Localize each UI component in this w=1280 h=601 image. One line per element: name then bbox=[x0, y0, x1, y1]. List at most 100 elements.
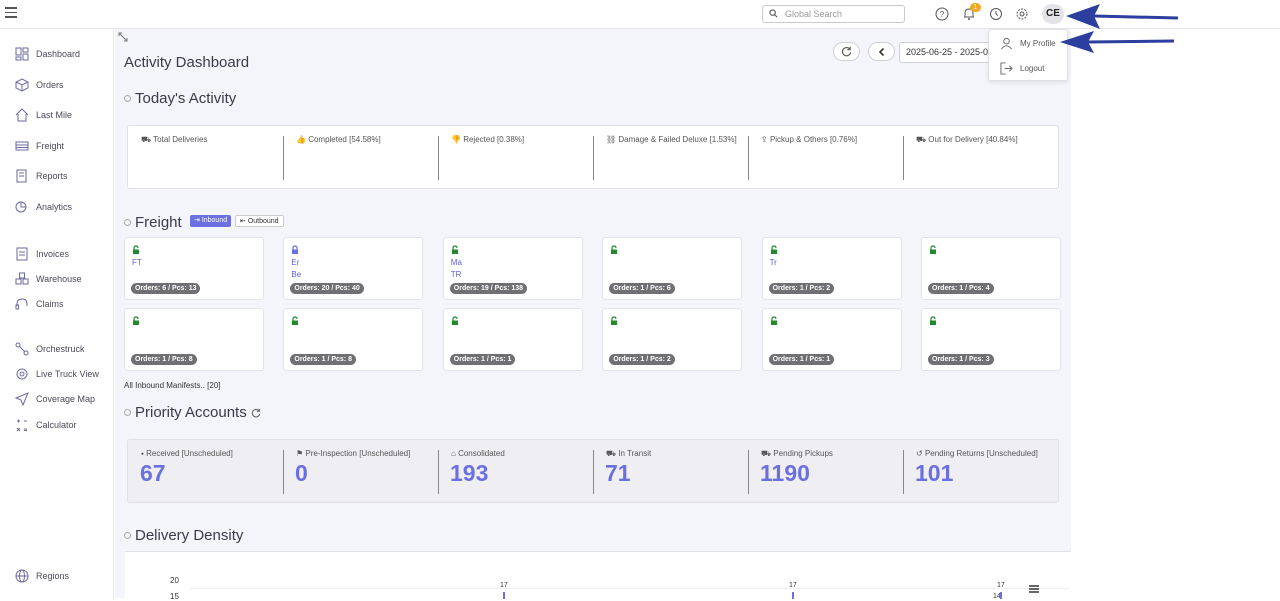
orders-pieces-badge: Orders: 6 / Pcs: 13 bbox=[131, 283, 201, 294]
box-icon bbox=[15, 78, 29, 92]
stat-total-deliveries[interactable]: ⛟ Total Deliveries bbox=[128, 126, 283, 188]
search-placeholder: Global Search bbox=[785, 9, 843, 19]
sidebar-item-label: Live Truck View bbox=[36, 369, 99, 379]
y-tick-label: 15 bbox=[170, 592, 179, 601]
user-avatar[interactable]: CE bbox=[1042, 4, 1064, 24]
freight-manifest-card[interactable]: Orders: 1 / Pcs: 6 bbox=[602, 237, 743, 300]
sidebar-item-last-mile[interactable]: Last Mile bbox=[15, 107, 72, 123]
sidebar-item-invoices[interactable]: Invoices bbox=[15, 246, 69, 262]
orders-pieces-badge: Orders: 1 / Pcs: 3 bbox=[928, 354, 994, 365]
stat-divider bbox=[748, 136, 749, 180]
freight-manifest-card[interactable]: Orders: 1 / Pcs: 8 bbox=[124, 308, 264, 371]
expand-icon[interactable] bbox=[118, 32, 128, 42]
manifest-line1[interactable]: Er bbox=[291, 258, 299, 267]
freight-manifest-card[interactable]: Orders: 1 / Pcs: 3 bbox=[921, 308, 1061, 371]
orders-pieces-badge: Orders: 1 / Pcs: 8 bbox=[290, 354, 356, 365]
sidebar-item-claims[interactable]: Claims bbox=[15, 296, 64, 312]
stat-rejected[interactable]: 👎 Rejected [0.38%] bbox=[438, 126, 593, 188]
chevron-left-icon bbox=[878, 47, 885, 57]
stat-label: 👍 Completed [54.58%] bbox=[296, 135, 381, 144]
sidebar-item-label: Orchestruck bbox=[36, 344, 85, 354]
sidebar-item-analytics[interactable]: Analytics bbox=[15, 199, 72, 215]
annotation-arrow-icon bbox=[1066, 4, 1179, 29]
stat-consolidated[interactable]: ⌂ Consolidated 193 bbox=[438, 440, 593, 502]
stat-label: ⇪ Pickup & Others [0.76%] bbox=[761, 135, 858, 144]
stat-divider bbox=[438, 136, 439, 180]
all-inbound-manifests-link[interactable]: All Inbound Manifests.. [20] bbox=[124, 381, 221, 390]
logout-icon bbox=[1000, 61, 1013, 75]
sidebar-item-calculator[interactable]: Calculator bbox=[15, 417, 77, 433]
stat-received[interactable]: ⬩ Received [Unscheduled] 67 bbox=[128, 440, 283, 502]
logout-menu-item[interactable]: Logout bbox=[1000, 61, 1044, 75]
sidebar-item-warehouse[interactable]: Warehouse bbox=[15, 271, 82, 287]
stat-in-transit[interactable]: ⛟ In Transit 71 bbox=[593, 440, 748, 502]
freight-manifest-card[interactable]: Orders: 1 / Pcs: 4 bbox=[921, 237, 1061, 300]
sidebar-item-coverage-map[interactable]: Coverage Map bbox=[15, 391, 95, 407]
stat-divider bbox=[593, 136, 594, 180]
stat-pre-inspection[interactable]: ⚑ Pre-Inspection [Unscheduled] 0 bbox=[283, 440, 438, 502]
headset-icon bbox=[15, 298, 28, 310]
point-label: 17 bbox=[789, 582, 797, 589]
sidebar-item-label: Calculator bbox=[36, 420, 77, 430]
stat-pending-pickups[interactable]: ⛟ Pending Pickups 1190 bbox=[748, 440, 903, 502]
hamburger-menu-icon[interactable] bbox=[5, 7, 17, 19]
refresh-button[interactable] bbox=[833, 42, 860, 61]
date-range-picker[interactable]: 2025-06-25 - 2025-0 bbox=[899, 42, 991, 63]
stat-damage-failed[interactable]: ⛓ Damage & Failed Deluxe [1.53%] bbox=[593, 126, 748, 188]
sidebar-item-label: Coverage Map bbox=[36, 394, 96, 404]
freight-manifest-card[interactable]: Orders: 1 / Pcs: 8 bbox=[283, 308, 424, 371]
sidebar-item-orchestruck[interactable]: Orchestruck bbox=[15, 341, 85, 357]
manifest-line1[interactable]: Ma bbox=[451, 258, 462, 267]
manifest-line1[interactable]: FT bbox=[132, 258, 142, 267]
unlock-icon bbox=[930, 245, 936, 254]
gear-icon[interactable] bbox=[1015, 7, 1029, 21]
freight-manifest-card[interactable]: Er Be Orders: 20 / Pcs: 40 bbox=[283, 237, 424, 300]
y-tick-label: 20 bbox=[170, 576, 179, 585]
stat-value: 67 bbox=[140, 460, 166, 486]
freight-manifest-card[interactable]: Tr Orders: 1 / Pcs: 2 bbox=[761, 237, 902, 300]
refresh-icon[interactable] bbox=[251, 408, 261, 418]
freight-manifest-card[interactable]: Orders: 1 / Pcs: 1 bbox=[442, 308, 583, 371]
sidebar-item-dashboard[interactable]: Dashboard bbox=[15, 46, 80, 62]
freight-manifest-card[interactable]: FT Orders: 6 / Pcs: 13 bbox=[124, 237, 264, 300]
stat-value: 193 bbox=[450, 460, 489, 486]
sidebar-item-label: Reports bbox=[36, 171, 68, 181]
sidebar-item-orders[interactable]: Orders bbox=[15, 77, 64, 93]
stat-pickup-others[interactable]: ⇪ Pickup & Others [0.76%] bbox=[748, 126, 903, 188]
section-title-text: Today's Activity bbox=[135, 90, 237, 107]
inbound-tab[interactable]: ⇥ Inbound bbox=[190, 215, 232, 227]
user-icon bbox=[1001, 37, 1012, 49]
my-profile-menu-item[interactable]: My Profile bbox=[1000, 36, 1056, 50]
freight-manifest-card[interactable]: Orders: 1 / Pcs: 1 bbox=[761, 308, 902, 371]
stat-value: 1190 bbox=[760, 460, 810, 486]
manifest-line2[interactable]: TR bbox=[451, 270, 462, 279]
warehouse-icon bbox=[15, 272, 29, 285]
sidebar-item-label: Last Mile bbox=[36, 110, 73, 120]
stat-pending-returns[interactable]: ↺ Pending Returns [Unscheduled] 101 bbox=[903, 440, 1058, 502]
main-content: Activity Dashboard 2025-06-25 - 2025-0 T… bbox=[115, 29, 1071, 601]
freight-manifest-card[interactable]: Ma TR Orders: 19 / Pcs: 138 bbox=[442, 237, 583, 300]
sidebar-item-label: Claims bbox=[36, 299, 64, 309]
manifest-line2[interactable]: Be bbox=[291, 270, 301, 279]
section-title-text: Delivery Density bbox=[135, 527, 244, 544]
analytics-icon bbox=[15, 201, 27, 213]
sidebar-item-regions[interactable]: Regions bbox=[15, 568, 69, 584]
sidebar-item-reports[interactable]: Reports bbox=[15, 168, 68, 184]
stat-label: 👎 Rejected [0.38%] bbox=[451, 135, 525, 144]
global-search-input[interactable]: Global Search bbox=[762, 5, 905, 23]
profile-dropdown-menu: My Profile Logout bbox=[988, 29, 1068, 81]
stat-out-for-delivery[interactable]: ⛟ Out for Delivery [40.84%] bbox=[903, 126, 1058, 188]
outbound-tab[interactable]: ⇤ Outbound bbox=[235, 215, 284, 227]
sidebar-item-live-truck-view[interactable]: Live Truck View bbox=[15, 366, 99, 382]
manifest-line1[interactable]: Tr bbox=[770, 258, 777, 267]
sidebar-item-freight[interactable]: Freight bbox=[15, 138, 64, 154]
freight-manifest-card[interactable]: Orders: 1 / Pcs: 2 bbox=[602, 308, 743, 371]
chart-menu-icon[interactable] bbox=[1028, 584, 1040, 594]
menu-item-label: Logout bbox=[1020, 63, 1045, 73]
previous-date-button[interactable] bbox=[868, 42, 895, 61]
history-icon[interactable] bbox=[989, 7, 1003, 21]
help-icon[interactable]: ? bbox=[935, 7, 949, 21]
unlock-icon bbox=[611, 245, 618, 254]
section-title-text: Freight bbox=[135, 214, 182, 231]
stat-completed[interactable]: 👍 Completed [54.58%] bbox=[283, 126, 438, 188]
